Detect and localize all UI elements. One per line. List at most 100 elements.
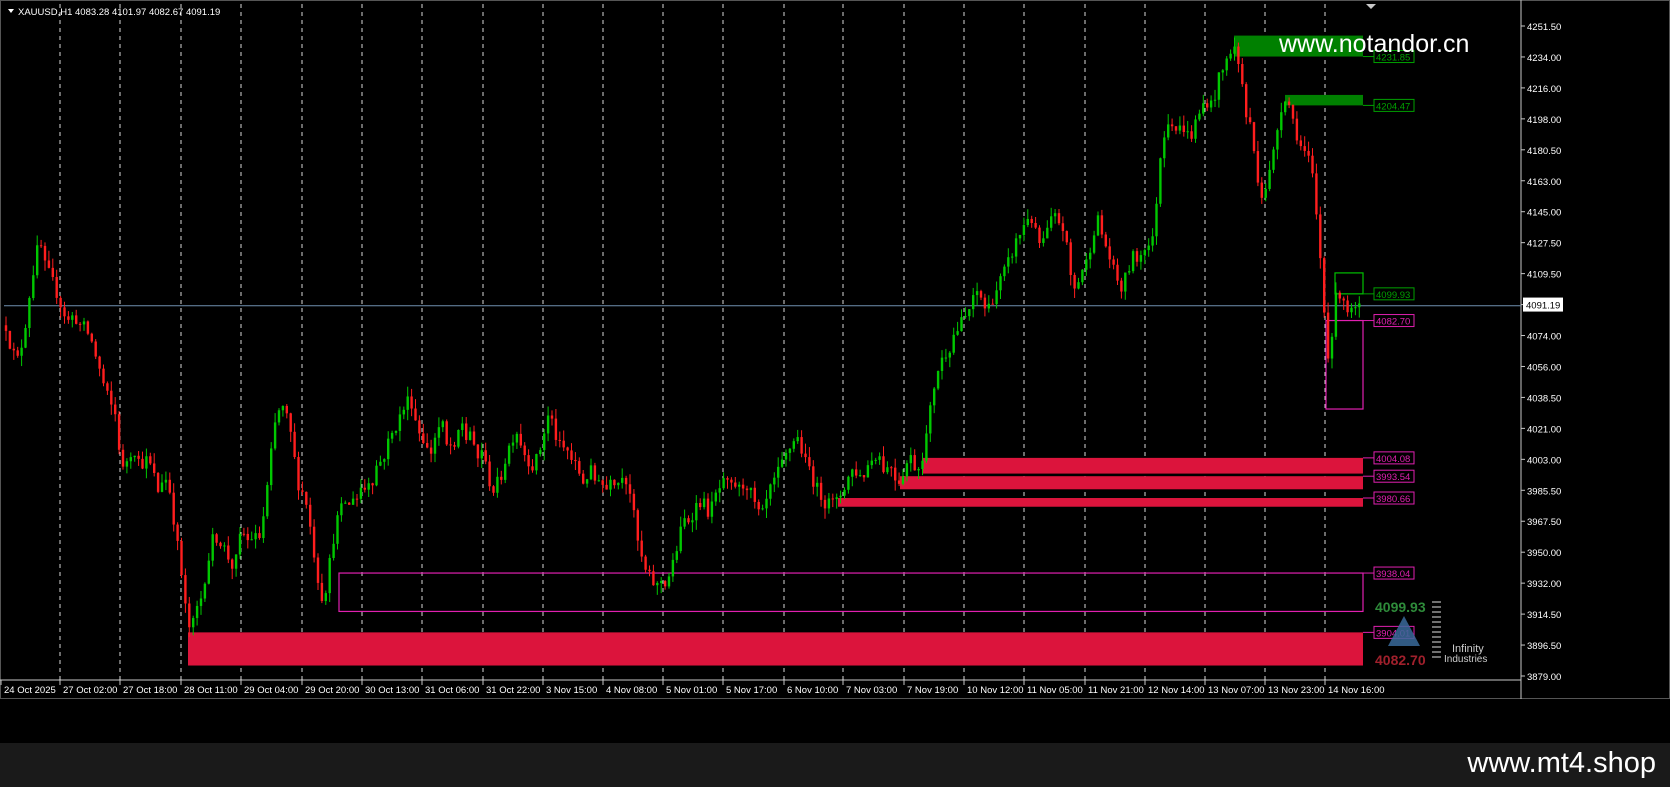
candle-body — [168, 479, 171, 493]
candle — [691, 512, 694, 533]
candle — [320, 573, 324, 604]
candle — [1178, 116, 1182, 135]
candle-body — [617, 482, 620, 486]
candle-body — [32, 275, 35, 298]
candle — [500, 470, 503, 485]
footer-bar: www.mt4.shop — [0, 743, 1670, 787]
candle-body — [180, 540, 183, 576]
candle-body — [129, 457, 132, 462]
symbol-timeframe: XAUUSD,H1 — [18, 7, 72, 18]
candle-body — [441, 421, 444, 428]
candle — [847, 475, 850, 494]
candle-body — [82, 321, 86, 325]
candle-body — [1003, 266, 1006, 277]
candle-body — [1170, 124, 1174, 127]
candle-body — [12, 348, 15, 351]
candle-body — [188, 603, 191, 628]
chart-window[interactable]: 24 Oct 2025 27 Oct 02:00 27 Oct 18:00 28 Oc… — [0, 0, 1670, 743]
top-watermark: www.notandor.cn — [1278, 30, 1469, 58]
candle-body — [145, 456, 148, 469]
candle — [749, 487, 753, 499]
candle — [125, 458, 129, 474]
candle — [601, 479, 604, 493]
candle — [195, 600, 199, 626]
candle-body — [507, 445, 511, 464]
candle — [340, 497, 343, 522]
candle-body — [250, 539, 253, 541]
candle-body — [968, 309, 971, 317]
candle — [1112, 255, 1115, 270]
candle-body — [796, 437, 799, 442]
candle-body — [644, 556, 647, 570]
candle — [465, 417, 468, 444]
candle-body — [562, 440, 565, 448]
candle-body — [1131, 251, 1135, 272]
candle-body — [1342, 298, 1345, 301]
candle — [546, 406, 550, 442]
candle — [617, 482, 620, 490]
candle — [254, 524, 257, 549]
candle — [441, 419, 444, 433]
candle — [359, 479, 363, 504]
candle — [149, 452, 152, 466]
candle — [695, 495, 698, 530]
candle-body — [566, 447, 569, 451]
candle-body — [894, 467, 897, 481]
candle — [878, 452, 881, 465]
x-tick-label: 31 Oct 22:00 — [486, 685, 540, 696]
candle-body — [624, 477, 628, 485]
candle-body — [597, 480, 600, 482]
candle-body — [773, 477, 776, 485]
price-chart[interactable]: 24 Oct 2025 27 Oct 02:00 27 Oct 18:00 28 Oc… — [0, 0, 1670, 743]
candle — [788, 448, 792, 462]
candle-body — [184, 575, 187, 604]
candle — [539, 447, 542, 457]
candle-body — [476, 444, 480, 459]
candle-body — [1319, 214, 1322, 259]
candle — [1073, 272, 1076, 298]
candle-body — [28, 297, 31, 328]
candle-body — [359, 487, 363, 499]
candle — [316, 553, 320, 591]
candle — [348, 502, 351, 505]
candle-body — [515, 433, 519, 443]
candle-body — [1354, 307, 1357, 309]
candle — [227, 536, 230, 564]
y-tick-label: 4074.00 — [1527, 332, 1561, 343]
candle — [644, 554, 647, 574]
candle — [1276, 128, 1279, 160]
candle — [145, 448, 148, 479]
candle-body — [511, 442, 515, 446]
candle-body — [1326, 312, 1330, 359]
candle-body — [593, 465, 597, 481]
candle-body — [254, 533, 257, 540]
candle — [78, 322, 82, 332]
candle-body — [262, 516, 265, 539]
candle — [773, 472, 776, 493]
candle — [1163, 131, 1166, 168]
candle — [242, 527, 246, 537]
candle-body — [656, 582, 659, 586]
candle-body — [121, 449, 125, 467]
candle — [12, 342, 15, 360]
candle-body — [500, 476, 503, 480]
candle-body — [679, 526, 682, 552]
candle-body — [636, 510, 639, 541]
candle-body — [215, 534, 218, 543]
candle — [897, 472, 901, 487]
candle-body — [231, 559, 234, 569]
candle — [312, 519, 316, 563]
candle — [1120, 277, 1123, 299]
candle — [273, 413, 277, 451]
candle-body — [983, 297, 987, 309]
candle-body — [1034, 222, 1037, 228]
candle — [383, 458, 386, 470]
candle — [843, 487, 846, 499]
candle-body — [601, 480, 604, 485]
candle-body — [609, 479, 612, 490]
candle-body — [1112, 259, 1115, 265]
candle-body — [309, 504, 312, 527]
candle — [1245, 82, 1248, 125]
zone-price-label: 4004.08 — [1376, 454, 1410, 465]
candle — [1034, 216, 1037, 229]
